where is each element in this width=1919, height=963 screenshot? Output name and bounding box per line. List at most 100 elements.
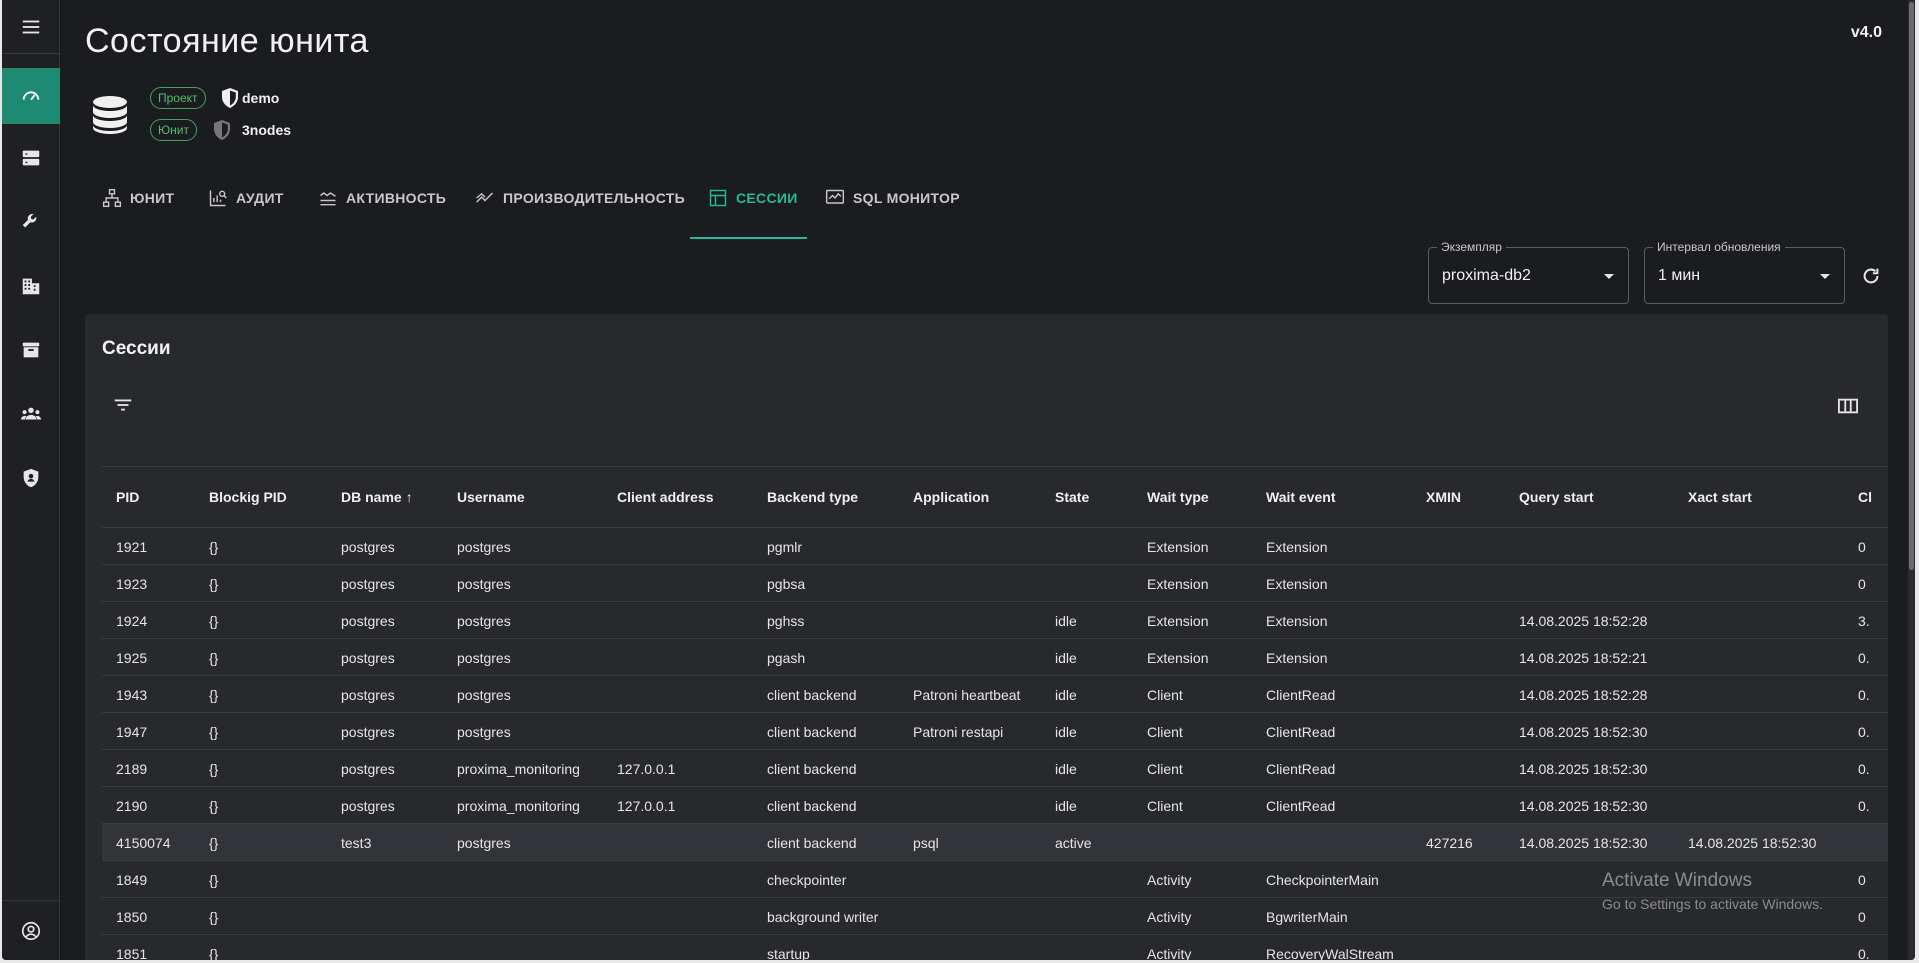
caret-down-icon (1604, 274, 1614, 279)
wrench-icon (22, 213, 37, 228)
col-header-label: DB name (341, 489, 402, 505)
table-cell: Activity (1147, 909, 1192, 925)
table-row[interactable]: 1921 {} postgres postgres pgmlr Extension Exte… (102, 528, 1888, 565)
table-row[interactable]: 1851 {} startup Activity RecoveryWalStream 0. (102, 935, 1888, 960)
col-header-cl[interactable]: Cl (1858, 489, 1872, 505)
building-icon (22, 278, 40, 295)
table-cell: postgres (457, 687, 511, 703)
refresh-interval-select[interactable]: Интервал обновления 1 мин (1644, 240, 1845, 304)
table-cell: BgwriterMain (1266, 909, 1348, 925)
project-chip: Проект (150, 87, 206, 109)
sidebar-item-archive[interactable] (2, 322, 60, 378)
scrollbar-thumb[interactable] (1909, 2, 1914, 570)
menu-button[interactable] (2, 0, 60, 54)
col-header-wait-event[interactable]: Wait event (1266, 489, 1336, 505)
table-row[interactable]: 2190 {} postgres proxima_monitoring 127.0.0.… (102, 787, 1888, 824)
tab-audit[interactable]: АУДИТ (208, 190, 284, 236)
sidebar-item-tools[interactable] (2, 194, 60, 250)
table-cell: 4150074 (116, 835, 171, 851)
sidebar-item-users[interactable] (2, 386, 60, 442)
table-cell: postgres (457, 613, 511, 629)
activation-watermark-subtitle: Go to Settings to activate Windows. (1602, 896, 1823, 912)
col-header-xmin[interactable]: XMIN (1426, 489, 1461, 505)
sidebar-item-security[interactable] (2, 450, 60, 506)
col-header-query-start[interactable]: Query start (1519, 489, 1594, 505)
tab-activity[interactable]: АКТИВНОСТЬ (318, 190, 446, 236)
table-row[interactable]: 1925 {} postgres postgres pgash idle Extension… (102, 639, 1888, 676)
col-header-username[interactable]: Username (457, 489, 525, 505)
performance-trend-icon (476, 192, 494, 203)
table-cell: postgres (457, 650, 511, 666)
table-cell: 1947 (116, 724, 148, 740)
unit-name: 3nodes (242, 122, 292, 138)
tab-unit[interactable]: ЮНИТ (102, 188, 174, 236)
sidebar-item-servers[interactable] (2, 130, 60, 186)
col-header-wait-type[interactable]: Wait type (1147, 489, 1209, 505)
table-cell: client backend (767, 724, 857, 740)
table-row[interactable]: 1943 {} postgres postgres client backend Patr… (102, 676, 1888, 713)
account-button[interactable] (2, 900, 60, 960)
refresh-icon[interactable] (1860, 265, 1882, 287)
table-cell: {} (209, 576, 219, 592)
shield-icon (214, 120, 230, 140)
table-cell: {} (209, 909, 219, 925)
sidebar-item-dashboard[interactable] (2, 68, 60, 124)
table-cell: Patroni restapi (913, 724, 1004, 740)
table-row[interactable]: 1924 {} postgres postgres pghss idle Extension… (102, 602, 1888, 639)
col-header-backend-type[interactable]: Backend type (767, 489, 858, 505)
col-header-application[interactable]: Application (913, 489, 989, 505)
table-cell: 0. (1858, 761, 1870, 777)
sort-arrow-icon: ↑ (405, 489, 413, 505)
table-cell: 2189 (116, 761, 148, 777)
table-cell: client backend (767, 835, 857, 851)
table-cell: {} (209, 761, 219, 777)
col-header-pid[interactable]: PID (116, 489, 139, 505)
table-cell: 1851 (116, 946, 148, 960)
table-cell: postgres (457, 835, 511, 851)
col-header-db-name[interactable]: DB name ↑ (341, 489, 413, 505)
unit-chip: Юнит (150, 119, 197, 141)
columns-icon[interactable] (1837, 396, 1859, 416)
table-cell: client backend (767, 687, 857, 703)
table-row[interactable]: 1947 {} postgres postgres client backend Patr… (102, 713, 1888, 750)
shield-icon (23, 468, 39, 488)
table-cell: Extension (1147, 576, 1209, 592)
table-cell: 1921 (116, 539, 148, 555)
table-cell: 0. (1858, 798, 1870, 814)
table-header: PID Blockig PID DB name ↑ Username Client… (102, 466, 1888, 528)
col-header-xact-start[interactable]: Xact start (1688, 489, 1752, 505)
instance-select[interactable]: Экземпляр proxima-db2 (1428, 240, 1629, 304)
table-row[interactable]: 2189 {} postgres proxima_monitoring 127.0.0.… (102, 750, 1888, 787)
table-cell: postgres (341, 761, 395, 777)
activation-watermark-title: Activate Windows (1602, 870, 1752, 891)
table-cell: postgres (341, 650, 395, 666)
col-header-blocking-pid[interactable]: Blockig PID (209, 489, 287, 505)
table-cell: {} (209, 539, 219, 555)
filter-icon[interactable] (112, 394, 134, 416)
app-window: Состояние юнита v4.0 Проект demo Юнит 3n… (2, 0, 1915, 960)
hamburger-icon (22, 20, 40, 33)
account-circle-icon (21, 921, 41, 940)
table-cell: 14.08.2025 18:52:28 (1519, 613, 1648, 629)
table-cell: idle (1055, 761, 1077, 777)
tab-performance[interactable]: ПРОИЗВОДИТЕЛЬНОСТЬ (475, 190, 685, 236)
col-header-client-address[interactable]: Client address (617, 489, 713, 505)
col-header-state[interactable]: State (1055, 489, 1089, 505)
table-row[interactable]: 1923 {} postgres postgres pgbsa Extension Exte… (102, 565, 1888, 602)
active-tab-indicator (690, 237, 807, 239)
refresh-interval-label: Интервал обновления (1653, 240, 1785, 254)
panel-title: Сессии (102, 338, 171, 359)
table-cell: idle (1055, 613, 1077, 629)
sidebar-item-organization[interactable] (2, 258, 60, 314)
tab-sql-monitor[interactable]: SQL МОНИТОР (825, 189, 960, 236)
table-cell: Extension (1266, 576, 1328, 592)
table-cell: Extension (1147, 539, 1209, 555)
table-row[interactable]: 4150074 {} test3 postgres client backend psql… (102, 824, 1888, 861)
table-cell: background writer (767, 909, 879, 925)
table-cell: 0. (1858, 724, 1870, 740)
table-cell: Extension (1147, 650, 1209, 666)
audit-chart-icon (209, 190, 227, 207)
table-cell: ClientRead (1266, 687, 1336, 703)
tab-sessions[interactable]: СЕССИИ (708, 189, 798, 236)
tab-label: АУДИТ (236, 190, 284, 206)
